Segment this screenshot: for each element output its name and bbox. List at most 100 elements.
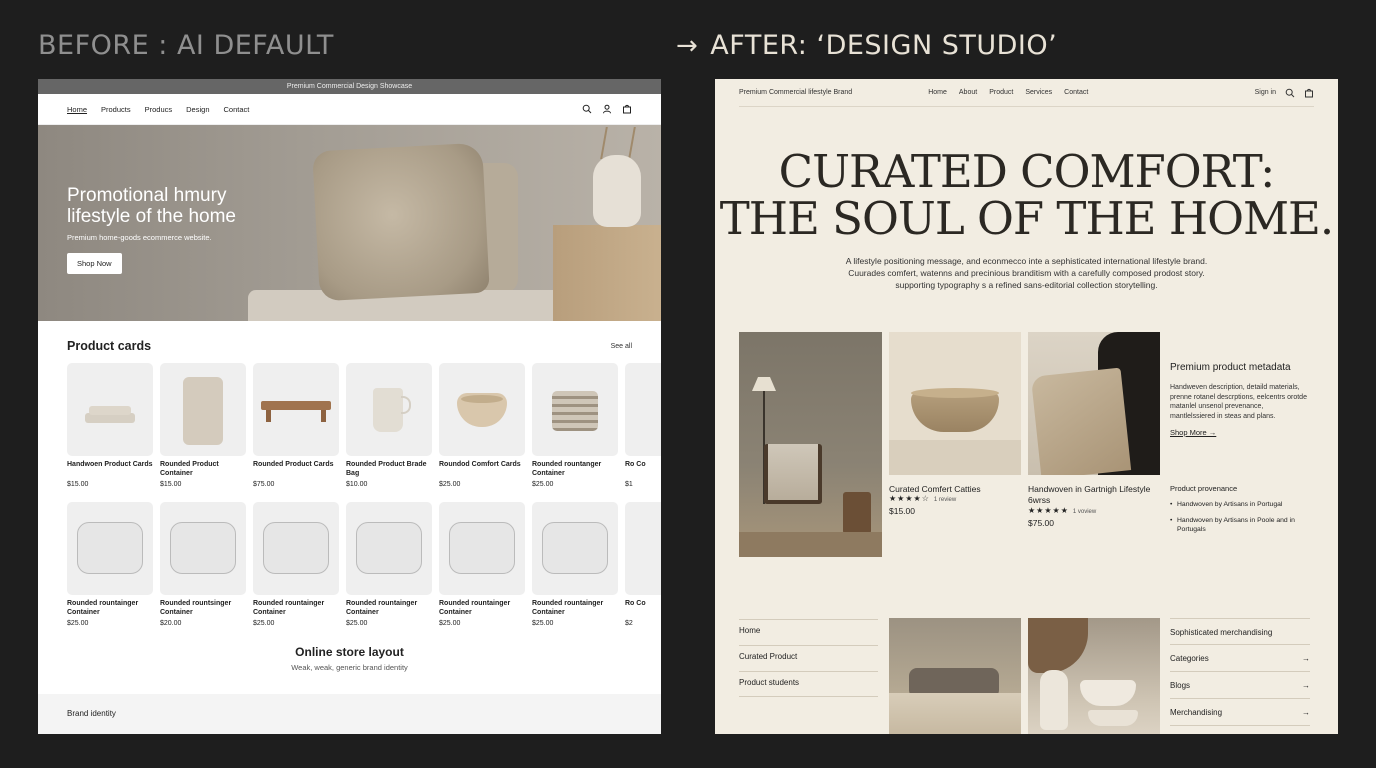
user-icon[interactable]: [602, 104, 612, 114]
after-brand[interactable]: Premium Commercial lifestyle Brand: [739, 89, 852, 96]
bottom-nav-product-students[interactable]: Product students: [739, 671, 878, 697]
product-name: Ro Co: [625, 600, 646, 607]
woven-throw-image[interactable]: [1028, 332, 1160, 475]
before-nav-producs[interactable]: Producs: [145, 105, 173, 114]
hero-title-line-2: THE SOUL OF THE HOME.: [719, 192, 1334, 245]
bottom-nav-home[interactable]: Home: [739, 619, 878, 645]
product-name: Ro Co: [625, 461, 646, 468]
see-all-link[interactable]: See all: [611, 343, 632, 350]
after-nav-about[interactable]: About: [959, 89, 977, 96]
before-nav-contact[interactable]: Contact: [224, 105, 250, 114]
product-card[interactable]: Roundod Comfort Cards $25.00: [439, 363, 525, 488]
search-icon[interactable]: [1285, 88, 1295, 98]
after-navbar: Premium Commercial lifestyle Brand Home …: [739, 79, 1314, 107]
after-panel: Premium Commercial lifestyle Brand Home …: [715, 79, 1338, 734]
shop-now-button[interactable]: Shop Now: [67, 253, 122, 274]
product-name: Rounded rountainger Container: [439, 600, 511, 616]
after-bottom-nav: Home Curated Product Product students: [739, 619, 878, 697]
product-card[interactable]: Rounded rountanger Container $25.00: [532, 363, 618, 488]
bottom-nav-curated-product[interactable]: Curated Product: [739, 645, 878, 671]
product-card[interactable]: Rounded rountainger Container $25.00: [253, 502, 339, 627]
before-nav-design[interactable]: Design: [186, 105, 209, 114]
product-image: [253, 363, 339, 456]
list-item-sophisticated-merchandising[interactable]: Sophisticated merchandising: [1170, 618, 1310, 645]
search-icon[interactable]: [582, 104, 592, 114]
product-price: $25.00: [439, 481, 461, 488]
product-card[interactable]: Handwoen Product Cards $15.00: [67, 363, 153, 488]
product-image: [160, 363, 246, 456]
after-nav-services[interactable]: Services: [1025, 89, 1052, 96]
product-card[interactable]: Rounded rountainger Container $25.00: [532, 502, 618, 627]
list-item-blogs[interactable]: Blogs →: [1170, 672, 1310, 699]
product-row-1: Handwoen Product Cards $15.00 Rounded Pr…: [38, 363, 661, 488]
product-card[interactable]: Rounded rountainger Container $25.00: [346, 502, 432, 627]
subtitle-line: Cuurades comfert, watenns and precinious…: [848, 268, 1205, 278]
brand-identity-footer: Brand identity: [38, 694, 661, 734]
product-price: $10.00: [346, 481, 368, 488]
product-image-placeholder: [253, 502, 339, 595]
product-price: $25.00: [532, 620, 554, 627]
before-hero-title: Promotional hmury lifestyle of the home: [67, 185, 236, 227]
product-price: $25.00: [532, 481, 554, 488]
product-image-placeholder: [160, 502, 246, 595]
online-store-title: Online store layout: [295, 645, 404, 659]
after-hero-subtitle: A lifestyle positioning message, and eco…: [715, 255, 1338, 291]
product-name: Handwoen Product Cards: [67, 461, 153, 468]
product-name: Rounded Product Brade Bag: [346, 461, 427, 477]
product-card[interactable]: Rounded Product Container $15.00: [160, 363, 246, 488]
list-item-categories[interactable]: Categories →: [1170, 645, 1310, 672]
ceramics-image[interactable]: [1028, 618, 1160, 734]
after-nav-home[interactable]: Home: [928, 89, 947, 96]
product-card[interactable]: Rounded Product Cards $75.00: [253, 363, 339, 488]
product-price: $75.00: [253, 481, 275, 488]
product-card[interactable]: Rounded rountainger Container $25.00: [67, 502, 153, 627]
cart-icon[interactable]: [1304, 88, 1314, 98]
after-heading: → AFTER: ‘DESIGN STUDIO’: [676, 30, 1057, 61]
after-hero-title: CURATED COMFORT: THE SOUL OF THE HOME.: [715, 148, 1338, 242]
review-count: 1 voview: [1072, 509, 1097, 515]
product-image-placeholder: [439, 502, 525, 595]
product-name: Roundod Comfort Cards: [439, 461, 521, 468]
linen-fabric-image[interactable]: [889, 618, 1021, 734]
room-chair-image[interactable]: [739, 332, 882, 557]
arrow-right-icon: →: [1302, 708, 1310, 717]
product-price: $15.00: [160, 481, 182, 488]
product-card[interactable]: Ro Co $2: [625, 502, 661, 627]
cart-icon[interactable]: [622, 104, 632, 114]
provenance-item: Handwoven by Artisans in Portugal: [1170, 500, 1310, 509]
before-hero: Promotional hmury lifestyle of the home …: [38, 125, 661, 321]
metadata-title: Premium product metadata: [1170, 362, 1291, 373]
product-image: [346, 363, 432, 456]
product-card-2[interactable]: Handwoven in Gartnigh Lifestyle 6wrss ★★…: [1028, 484, 1158, 528]
sign-in-link[interactable]: Sign in: [1255, 89, 1276, 96]
woven-bowl-image[interactable]: [889, 332, 1021, 475]
product-price: $75.00: [1028, 518, 1054, 528]
arrow-right-icon: →: [676, 30, 699, 61]
before-hero-subtitle: Premium home-goods ecommerce website.: [67, 233, 212, 242]
product-price: $15.00: [67, 481, 89, 488]
product-row-2: Rounded rountainger Container $25.00 Rou…: [38, 502, 661, 627]
before-nav-products[interactable]: Products: [101, 105, 131, 114]
product-card-1[interactable]: Curated Comfert Catties ★★★★☆ 1 review $1…: [889, 484, 1019, 516]
arrow-right-icon: →: [1302, 654, 1310, 663]
product-name: Rounded rountainger Container: [67, 600, 139, 616]
list-item-merchandising[interactable]: Merchandising →: [1170, 699, 1310, 726]
product-card[interactable]: Rounded rountainger Container $25.00: [439, 502, 525, 627]
before-nav-home[interactable]: Home: [67, 105, 87, 114]
rating-stars: ★★★★☆ 1 review: [889, 494, 957, 503]
product-card[interactable]: Rounded Product Brade Bag $10.00: [346, 363, 432, 488]
product-title: Handwoven in Gartnigh Lifestyle 6wrss: [1028, 484, 1151, 505]
product-card[interactable]: Rounded rountsinger Container $20.00: [160, 502, 246, 627]
product-card[interactable]: Ro Co $1: [625, 363, 661, 488]
rating-stars: ★★★★★ 1 voview: [1028, 506, 1097, 515]
after-nav-contact[interactable]: Contact: [1064, 89, 1088, 96]
after-nav-product[interactable]: Product: [989, 89, 1013, 96]
product-price: $15.00: [889, 506, 915, 516]
shop-more-link[interactable]: Shop More →: [1170, 428, 1310, 437]
before-navbar: Home Products Producs Design Contact: [38, 94, 661, 125]
hero-title-line-1: CURATED COMFORT:: [778, 145, 1276, 198]
hero-side-table: [553, 225, 661, 321]
arrow-right-icon: →: [1302, 681, 1310, 690]
product-name: Rounded rountanger Container: [532, 461, 602, 477]
product-price: $25.00: [439, 620, 461, 627]
